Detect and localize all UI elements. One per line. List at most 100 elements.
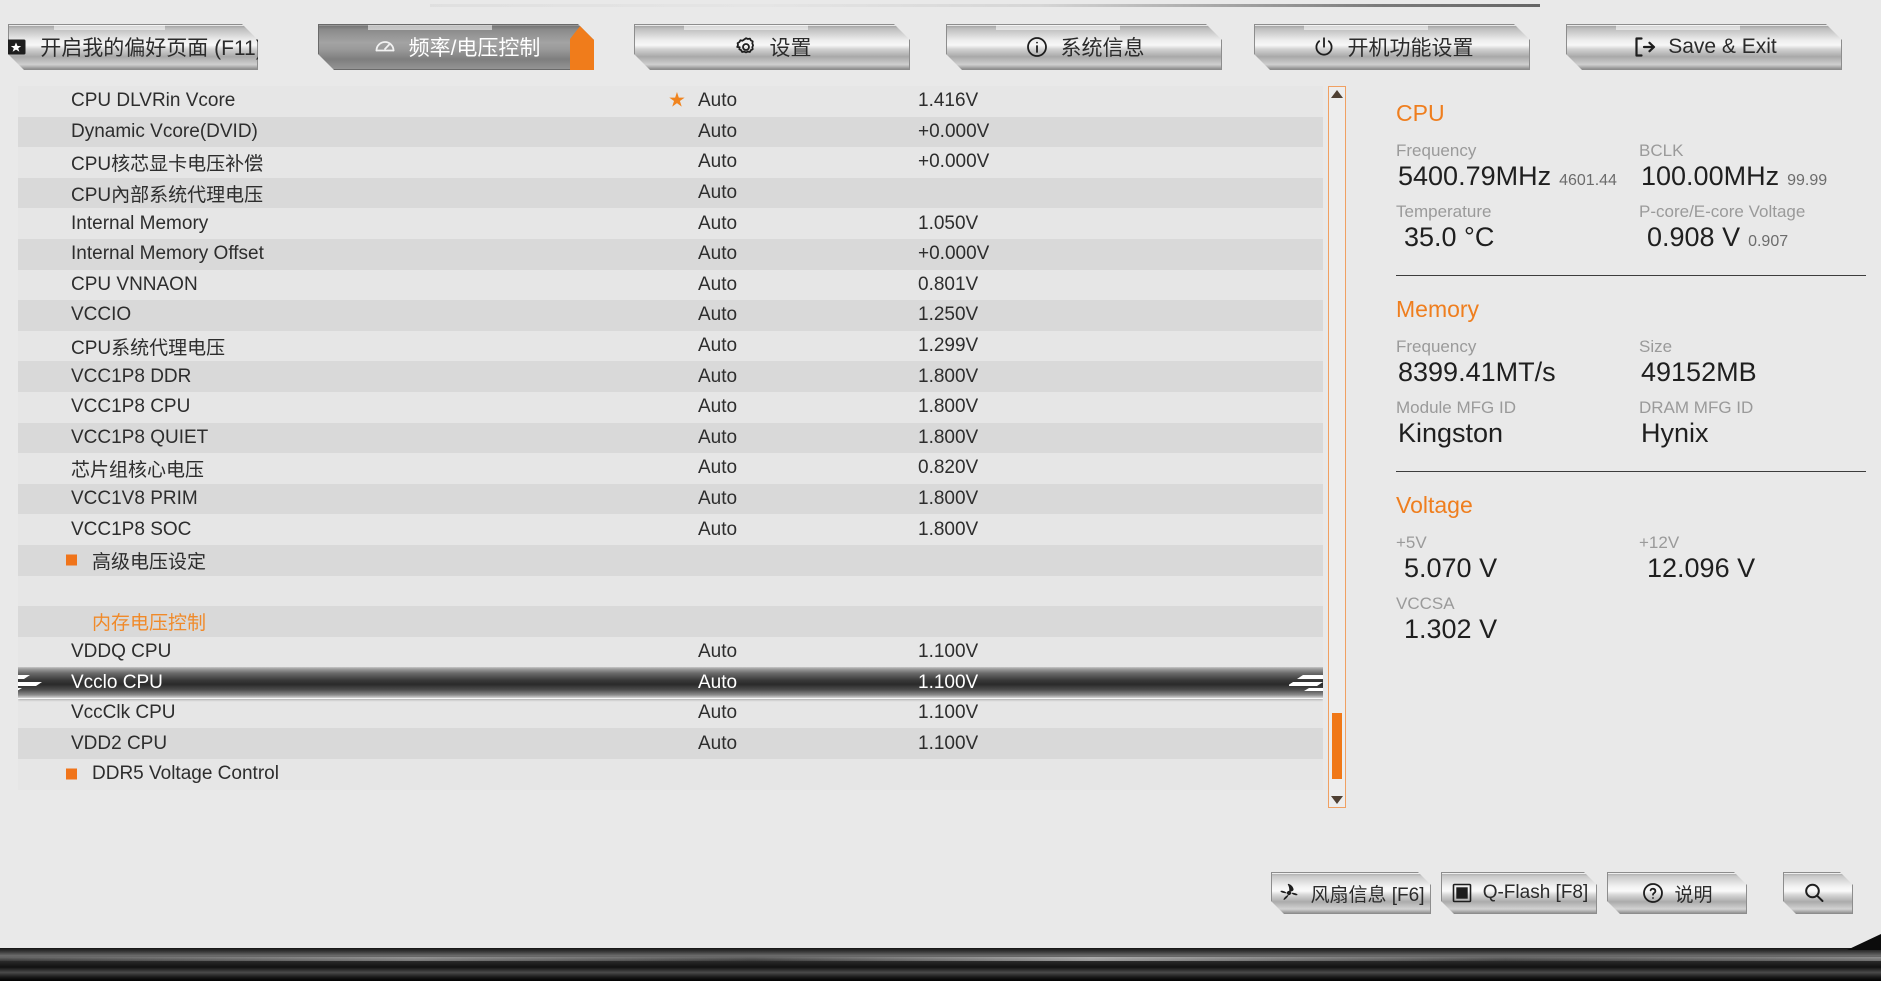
settings-row[interactable]: VccClk CPU Auto 1.100V xyxy=(18,697,1323,729)
setting-label: VCC1P8 CPU xyxy=(71,396,191,418)
settings-row[interactable]: 内存电压控制 xyxy=(18,606,1323,637)
setting-value[interactable]: Auto xyxy=(698,702,737,724)
info-divider-2 xyxy=(1396,471,1866,472)
submenu-bullet-icon xyxy=(66,768,77,780)
memory-info-section: Memory Frequency 8399.41MT/s Size 49152M… xyxy=(1396,296,1866,449)
bottom-button-0[interactable]: 风扇信息 [F6] xyxy=(1271,872,1431,914)
settings-row[interactable]: DDR5 Voltage Control xyxy=(18,759,1323,790)
settings-row[interactable]: VDD2 CPU Auto 1.100V xyxy=(18,728,1323,760)
cpu-temperature-value: 35.0 °C xyxy=(1404,222,1495,252)
setting-value[interactable]: Auto xyxy=(698,457,737,479)
setting-value[interactable]: Auto xyxy=(698,304,737,326)
setting-value[interactable]: Auto xyxy=(698,672,737,694)
settings-row[interactable]: VCCIO Auto 1.250V xyxy=(18,300,1323,331)
bottom-button-3[interactable] xyxy=(1783,872,1853,914)
bottom-button-label: 说明 xyxy=(1674,884,1713,906)
setting-label: Dynamic Vcore(DVID) xyxy=(71,120,258,142)
nav-tab-3[interactable]: 系统信息 xyxy=(946,24,1222,70)
nav-tab-label: 开启我的偏好页面 (F11) xyxy=(40,37,263,60)
setting-value[interactable]: Auto xyxy=(698,274,737,296)
setting-value[interactable]: Auto xyxy=(698,90,737,112)
cpu-temperature-label: Temperature xyxy=(1396,202,1492,221)
settings-row[interactable]: ★ CPU DLVRin Vcore Auto 1.416V xyxy=(18,86,1323,117)
nav-tab-2[interactable]: 设置 xyxy=(634,24,910,70)
scroll-up-arrow[interactable] xyxy=(1329,87,1345,101)
setting-value[interactable]: Auto xyxy=(698,396,737,418)
voltage-5v-field: +5V 5.070 V xyxy=(1396,527,1623,584)
cpu-temperature-field: Temperature 35.0 °C xyxy=(1396,196,1623,253)
question-icon xyxy=(1641,881,1665,905)
setting-value[interactable]: Auto xyxy=(698,182,737,204)
settings-row-list[interactable]: ★ CPU DLVRin Vcore Auto 1.416V Dynamic Vcore… xyxy=(18,86,1323,808)
cpu-bclk-label: BCLK xyxy=(1639,141,1684,160)
settings-row[interactable]: Internal Memory Auto 1.050V xyxy=(18,208,1323,239)
tab-highlight xyxy=(54,25,166,30)
settings-row[interactable]: VCC1P8 QUIET Auto 1.800V xyxy=(18,422,1323,454)
voltage-vccsa-field: VCCSA 1.302 V xyxy=(1396,588,1623,645)
setting-label: 芯片组核心电压 xyxy=(71,459,205,481)
memory-module-mfg-field: Module MFG ID Kingston xyxy=(1396,392,1623,449)
setting-label: VCC1P8 DDR xyxy=(71,365,192,387)
memory-module-mfg-value: Kingston xyxy=(1398,418,1504,448)
bottom-button-2[interactable]: 说明 xyxy=(1607,872,1747,914)
info-icon xyxy=(1024,34,1050,60)
setting-reading: 1.100V xyxy=(918,732,979,754)
settings-row[interactable]: Dynamic Vcore(DVID) Auto +0.000V xyxy=(18,116,1323,148)
gauge-icon xyxy=(372,34,398,60)
settings-row[interactable]: Internal Memory Offset Auto +0.000V xyxy=(18,238,1323,270)
nav-tab-4[interactable]: 开机功能设置 xyxy=(1254,24,1530,70)
settings-scrollbar[interactable] xyxy=(1328,86,1346,808)
setting-value[interactable]: Auto xyxy=(698,519,737,541)
settings-row[interactable]: VCC1P8 CPU Auto 1.800V xyxy=(18,391,1323,423)
bottom-button-label: 风扇信息 [F6] xyxy=(1310,884,1425,906)
nav-tab-5[interactable]: Save & Exit xyxy=(1566,24,1842,70)
setting-value[interactable]: Auto xyxy=(698,151,737,173)
setting-value[interactable]: Auto xyxy=(698,733,737,755)
setting-label: VDDQ CPU xyxy=(71,640,172,662)
settings-row[interactable]: CPU核芯显卡电压补偿 Auto +0.000V xyxy=(18,147,1323,178)
bottom-button-1[interactable]: Q-Flash [F8] xyxy=(1441,872,1597,914)
settings-row[interactable]: 高级电压设定 xyxy=(18,544,1323,576)
memory-section-title: Memory xyxy=(1396,296,1480,322)
scrollbar-thumb[interactable] xyxy=(1332,713,1342,779)
setting-value[interactable]: Auto xyxy=(698,335,737,357)
settings-row[interactable] xyxy=(18,575,1323,607)
setting-value[interactable]: Auto xyxy=(698,488,737,510)
memory-frequency-value: 8399.41MT/s xyxy=(1398,357,1556,387)
setting-reading: 1.800V xyxy=(918,396,979,418)
setting-value[interactable]: Auto xyxy=(698,641,737,663)
setting-reading: 0.801V xyxy=(918,273,979,295)
setting-value[interactable]: Auto xyxy=(698,243,737,265)
setting-label: VDD2 CPU xyxy=(71,732,168,754)
settings-row[interactable]: Vcclo CPU Auto 1.100V xyxy=(18,667,1323,698)
nav-tab-label: 频率/电压控制 xyxy=(408,37,541,60)
bottom-toolbar: 风扇信息 [F6] Q-Flash [F8] 说明 xyxy=(0,872,1881,932)
settings-row[interactable]: VCC1P8 DDR Auto 1.800V xyxy=(18,361,1323,392)
settings-row[interactable]: CPU VNNAON Auto 0.801V xyxy=(18,269,1323,301)
settings-row[interactable]: CPU系统代理电压 Auto 1.299V xyxy=(18,330,1323,362)
scroll-down-arrow[interactable] xyxy=(1329,793,1345,807)
setting-reading: 1.299V xyxy=(918,335,979,357)
settings-row[interactable]: VDDQ CPU Auto 1.100V xyxy=(18,636,1323,668)
tab-highlight xyxy=(1616,25,1739,30)
settings-row[interactable]: CPU內部系统代理电压 Auto xyxy=(18,177,1323,209)
nav-tab-label: 系统信息 xyxy=(1060,37,1145,60)
setting-label: VCC1V8 PRIM xyxy=(71,488,198,510)
cpu-core-voltage-sub: 0.907 xyxy=(1748,233,1789,250)
cpu-section-title: CPU xyxy=(1396,100,1445,126)
settings-row[interactable]: 芯片组核心电压 Auto 0.820V xyxy=(18,453,1323,484)
settings-row[interactable]: VCC1P8 SOC Auto 1.800V xyxy=(18,514,1323,545)
chip-icon xyxy=(1450,881,1474,905)
voltage-info-section: Voltage +5V 5.070 V +12V 12.096 V VCCSA … xyxy=(1396,492,1866,645)
voltage-vccsa-label: VCCSA xyxy=(1396,594,1455,613)
setting-value[interactable]: Auto xyxy=(698,121,737,143)
settings-row[interactable]: VCC1V8 PRIM Auto 1.800V xyxy=(18,483,1323,515)
setting-value[interactable]: Auto xyxy=(698,366,737,388)
setting-value[interactable]: Auto xyxy=(698,213,737,235)
tab-highlight xyxy=(1304,25,1427,30)
favorite-star-icon[interactable]: ★ xyxy=(668,91,686,111)
nav-tab-1[interactable]: 频率/电压控制 xyxy=(318,24,594,70)
nav-tab-0[interactable]: 开启我的偏好页面 (F11) xyxy=(8,24,258,70)
cpu-frequency-sub: 4601.44 xyxy=(1559,172,1617,189)
setting-value[interactable]: Auto xyxy=(698,427,737,449)
